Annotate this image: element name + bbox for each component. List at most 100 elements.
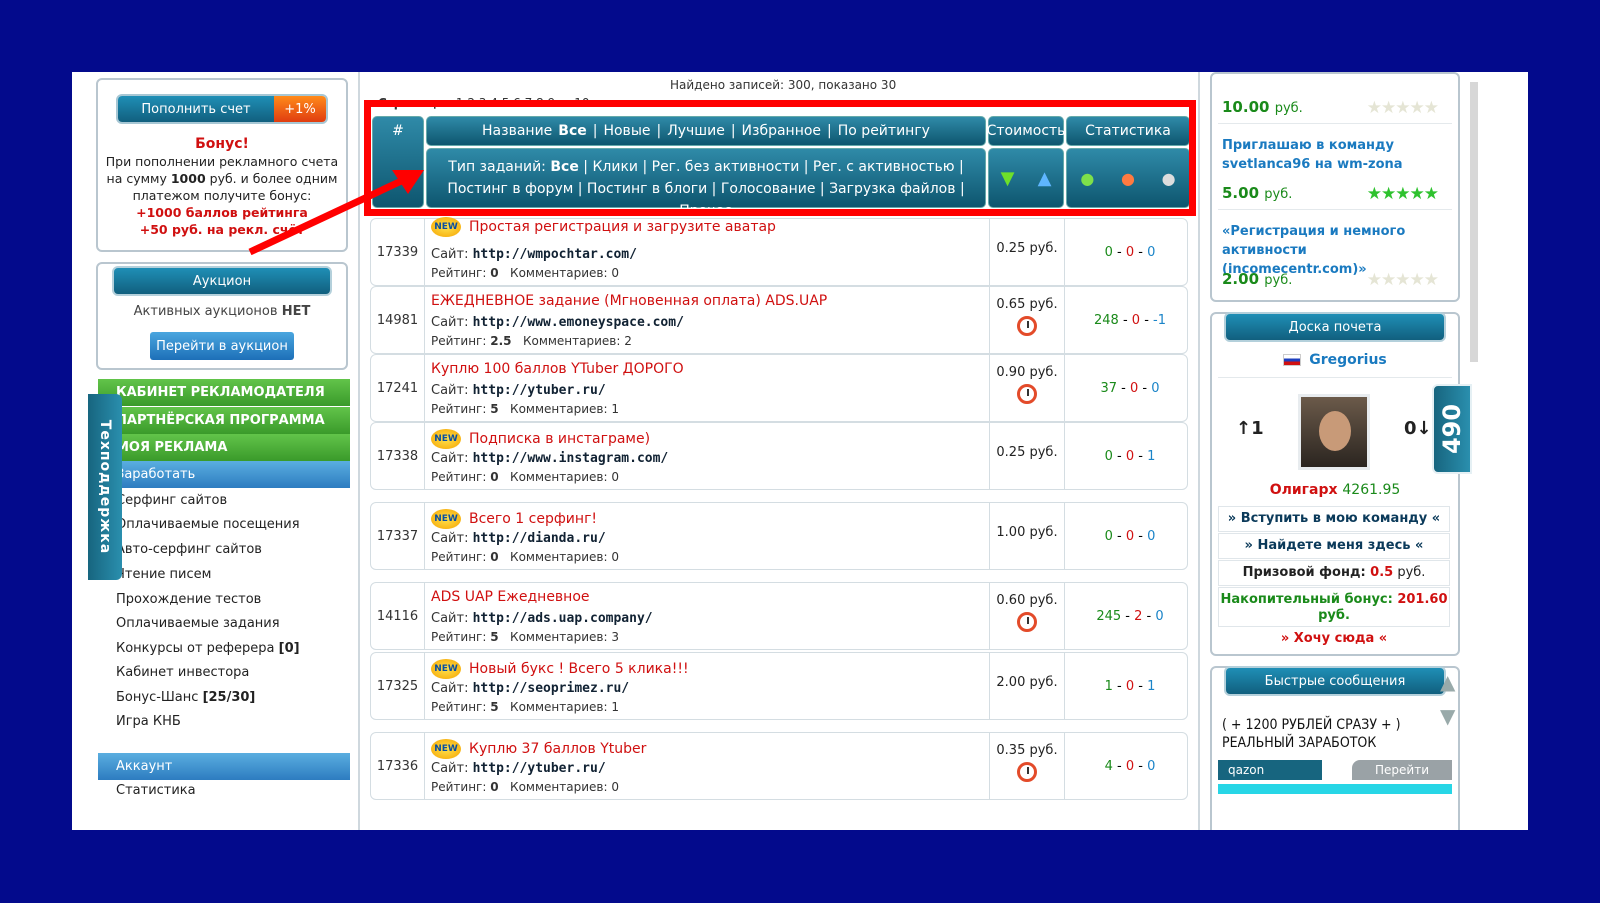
new-badge-icon: NEW xyxy=(431,429,461,449)
highlight-box xyxy=(364,100,1196,216)
task-site-url[interactable]: http://ytuber.ru/ xyxy=(473,761,606,776)
auction-panel: Аукцион Активных аукционов НЕТ Перейти в… xyxy=(96,262,348,370)
quick-user[interactable]: qazon xyxy=(1218,760,1322,780)
ad-1-price: 10.00 xyxy=(1222,98,1270,116)
task-row[interactable]: 14116 ADS UAP Ежедневное Сайт: http://ads.… xyxy=(370,582,1188,650)
task-cost: 0.25 руб. xyxy=(989,423,1065,489)
found-info: Найдено записей: 300, показано 30 xyxy=(670,78,897,92)
ad-2-stars: ★★★★★ xyxy=(1366,184,1439,204)
task-row[interactable]: 17336 NEW Куплю 37 баллов Ytuber Сайт: http… xyxy=(370,732,1188,800)
ad-3[interactable]: «Регистрация и немного активности (incom… xyxy=(1218,214,1452,296)
task-meta: Рейтинг: 5 Комментариев: 1 xyxy=(431,700,619,714)
task-row[interactable]: 14981 ЕЖЕДНЕВНОЕ задание (Мгновенная опла… xyxy=(370,286,1188,354)
task-site-url[interactable]: http://www.instagram.com/ xyxy=(473,451,669,466)
task-title[interactable]: NEW Новый букс ! Всего 5 клика!!! xyxy=(431,659,689,679)
ad-2[interactable]: Приглашаю в команду svetlanca96 на wm-zo… xyxy=(1218,128,1452,210)
task-row[interactable]: 17338 NEW Подписка в инстаграме) Сайт: http… xyxy=(370,422,1188,490)
menu-my-ads[interactable]: МОЯ РЕКЛАМА xyxy=(98,434,350,461)
menu-game[interactable]: Игра КНБ xyxy=(116,714,181,729)
task-title[interactable]: ЕЖЕДНЕВНОЕ задание (Мгновенная оплата) A… xyxy=(431,293,827,309)
menu-statistics[interactable]: Статистика xyxy=(116,783,196,798)
flag-ru-icon xyxy=(1283,354,1302,366)
task-site-url[interactable]: http://seoprimez.ru/ xyxy=(473,681,630,696)
menu-account[interactable]: Аккаунт xyxy=(98,753,350,780)
menu-referrer-contests[interactable]: Конкурсы от реферера [0] xyxy=(116,641,300,656)
task-title[interactable]: NEW Куплю 37 баллов Ytuber xyxy=(431,739,646,759)
task-site-url[interactable]: http://ads.uap.company/ xyxy=(473,611,653,626)
task-row[interactable]: 17337 NEW Всего 1 серфинг! Сайт: http://dia… xyxy=(370,502,1188,570)
find-me-link[interactable]: » Найдете меня здесь « xyxy=(1218,533,1450,559)
menu-paid-visits[interactable]: Оплачиваемые посещения xyxy=(116,517,300,532)
task-site-url[interactable]: http://wmpochtar.com/ xyxy=(473,247,637,262)
task-site-url[interactable]: http://ytuber.ru/ xyxy=(473,383,606,398)
task-site-url[interactable]: http://dianda.ru/ xyxy=(473,531,606,546)
honor-title: Доска почета xyxy=(1224,312,1446,342)
task-row[interactable]: 17339 NEW Простая регистрация и загрузите … xyxy=(370,217,1188,286)
counter-tab[interactable]: 490 xyxy=(1432,384,1472,474)
menu-advertiser-cabinet[interactable]: КАБИНЕТ РЕКЛАМОДАТЕЛЯ xyxy=(98,379,350,406)
honor-avatar[interactable] xyxy=(1298,394,1370,470)
honor-username[interactable]: Gregorius xyxy=(1309,352,1387,368)
task-site: Сайт: http://dianda.ru/ xyxy=(431,531,606,546)
quick-message-text: ( + 1200 РУБЛЕЙ СРАЗУ + ) РЕАЛЬНЫЙ ЗАРАБ… xyxy=(1222,717,1401,751)
task-title[interactable]: NEW Простая регистрация и загрузите авата… xyxy=(431,217,776,237)
menu-bonus-chance[interactable]: Бонус-Шанс [25/30] xyxy=(116,690,255,705)
new-badge-icon: NEW xyxy=(431,659,461,679)
honor-up: ↑1 xyxy=(1236,418,1264,439)
task-meta: Рейтинг: 0 Комментариев: 0 xyxy=(431,780,619,794)
quick-title: Быстрые сообщения xyxy=(1224,666,1446,696)
page-scrollbar[interactable] xyxy=(1470,82,1478,362)
menu-investor[interactable]: Кабинет инвестора xyxy=(116,665,249,680)
task-title[interactable]: Куплю 100 баллов YTuber ДОРОГО xyxy=(431,361,684,377)
quick-go-button[interactable]: Перейти xyxy=(1352,760,1452,780)
menu-partner-program[interactable]: ПАРТНЁРСКАЯ ПРОГРАММА xyxy=(98,407,350,434)
task-title[interactable]: NEW Всего 1 серфинг! xyxy=(431,509,597,529)
topup-button[interactable]: Пополнить счет +1% xyxy=(116,94,328,124)
task-id: 17336 xyxy=(371,733,425,799)
task-cost: 0.60 руб. xyxy=(989,583,1065,649)
task-stats: 4 - 0 - 0 xyxy=(1104,758,1156,774)
task-title[interactable]: ADS UAP Ежедневное xyxy=(431,589,590,605)
menu-mail-reading[interactable]: Чтение писем xyxy=(116,567,211,582)
menu-earn[interactable]: Заработать xyxy=(98,461,350,488)
ad-1[interactable]: 10.00 руб. ★★★★★ xyxy=(1218,80,1452,124)
task-site-url[interactable]: http://www.emoneyspace.com/ xyxy=(473,315,684,330)
avatar-face-icon xyxy=(1319,411,1351,451)
menu-tests[interactable]: Прохождение тестов xyxy=(116,592,261,607)
honor-user-line: Gregorius xyxy=(1218,352,1452,378)
scroll-up-icon[interactable]: ▲ xyxy=(1440,670,1455,694)
task-meta: Рейтинг: 0 Комментариев: 0 xyxy=(431,550,619,564)
task-site: Сайт: http://ytuber.ru/ xyxy=(431,383,606,398)
auction-button[interactable]: Перейти в аукцион xyxy=(150,332,294,360)
quick-messages: Быстрые сообщения ▲ ▼ ( + 1200 РУБЛЕЙ СР… xyxy=(1210,666,1460,830)
task-cost: 2.00 руб. xyxy=(989,653,1065,719)
scroll-down-icon[interactable]: ▼ xyxy=(1440,704,1455,728)
task-site: Сайт: http://wmpochtar.com/ xyxy=(431,247,637,262)
want-here-link[interactable]: » Хочу сюда « xyxy=(1218,627,1450,653)
task-id: 17241 xyxy=(371,355,425,421)
right-sidebar: 10.00 руб. ★★★★★ Приглашаю в команду sve… xyxy=(1210,72,1478,830)
task-title[interactable]: NEW Подписка в инстаграме) xyxy=(431,429,650,449)
task-meta: Рейтинг: 5 Комментариев: 3 xyxy=(431,630,619,644)
task-meta: Рейтинг: 0 Комментариев: 0 xyxy=(431,266,619,280)
menu-surfing[interactable]: Серфинг сайтов xyxy=(116,493,227,508)
topup-label: Пополнить счет xyxy=(118,96,274,122)
task-row[interactable]: 17241 Куплю 100 баллов YTuber ДОРОГО Сайт:… xyxy=(370,354,1188,422)
new-badge-icon: NEW xyxy=(431,739,461,759)
menu-auto-surfing[interactable]: Авто-серфинг сайтов xyxy=(116,542,262,557)
ad-2-text: Приглашаю в команду svetlanca96 на wm-zo… xyxy=(1222,138,1403,172)
oligarch-line: Олигарх 4261.95 xyxy=(1269,482,1401,498)
task-stats: 0 - 0 - 1 xyxy=(1104,448,1156,464)
menu-paid-tasks[interactable]: Оплачиваемые задания xyxy=(116,616,280,631)
task-site: Сайт: http://ads.uap.company/ xyxy=(431,611,653,626)
task-site: Сайт: http://www.instagram.com/ xyxy=(431,451,669,466)
task-id: 17337 xyxy=(371,503,425,569)
task-stats: 37 - 0 - 0 xyxy=(1100,380,1160,396)
join-team-link[interactable]: » Вступить в мою команду « xyxy=(1218,506,1450,532)
task-stats: 0 - 0 - 0 xyxy=(1104,528,1156,544)
ad-3-stars: ★★★★★ xyxy=(1366,270,1439,290)
task-row[interactable]: 17325 NEW Новый букс ! Всего 5 клика!!! Сай… xyxy=(370,652,1188,720)
support-tab[interactable]: Техподдержка xyxy=(88,394,122,580)
new-badge-icon: NEW xyxy=(431,509,461,529)
ads-panel: 10.00 руб. ★★★★★ Приглашаю в команду sve… xyxy=(1210,72,1460,302)
